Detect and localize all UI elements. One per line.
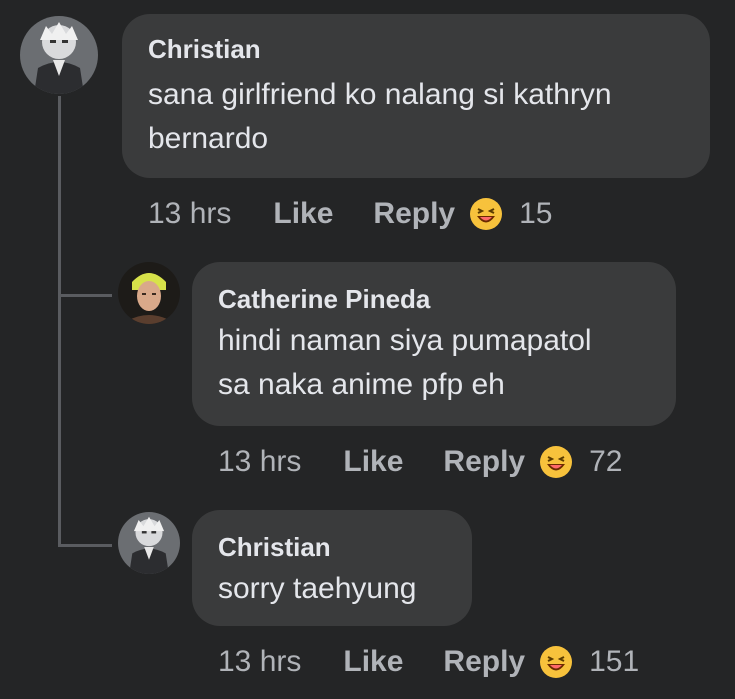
comment-bubble-3 <box>192 510 472 626</box>
profile-photo-icon <box>118 262 180 324</box>
avatar-christian[interactable] <box>118 512 180 574</box>
comment-actions: 13 hrs Like Reply 72 <box>218 442 623 482</box>
comment-text-line: sa naka anime pfp eh <box>218 368 505 401</box>
thread-line-vertical <box>58 96 61 546</box>
reply-button[interactable]: Reply <box>443 645 525 679</box>
comment-text-line: hindi naman siya pumapatol <box>218 324 592 357</box>
comment-timestamp[interactable]: 13 hrs <box>148 197 231 231</box>
anime-avatar-icon <box>118 512 180 574</box>
comment-author[interactable]: Christian <box>218 532 331 563</box>
reaction-count[interactable]: 151 <box>589 645 639 679</box>
avatar-catherine-pineda[interactable] <box>118 262 180 324</box>
like-button[interactable]: Like <box>343 645 403 679</box>
reaction-count[interactable]: 15 <box>519 197 552 231</box>
comment-text-line: bernardo <box>148 122 269 155</box>
reply-button[interactable]: Reply <box>443 445 525 479</box>
anime-avatar-icon <box>20 16 98 94</box>
comment-timestamp[interactable]: 13 hrs <box>218 445 301 479</box>
reply-button[interactable]: Reply <box>373 197 455 231</box>
comment-text-line: sana girlfriend ko nalang si kathryn <box>148 78 612 111</box>
thread-line-branch-2 <box>58 544 112 547</box>
thread-line-branch-1 <box>58 294 112 297</box>
like-button[interactable]: Like <box>343 445 403 479</box>
laughing-emoji-icon[interactable] <box>539 445 573 479</box>
comment-timestamp[interactable]: 13 hrs <box>218 645 301 679</box>
avatar-christian[interactable] <box>20 16 98 94</box>
comment-actions: 13 hrs Like Reply 151 <box>218 642 639 682</box>
comment-author[interactable]: Christian <box>148 34 261 65</box>
reaction-count[interactable]: 72 <box>589 445 622 479</box>
comment-author[interactable]: Catherine Pineda <box>218 284 430 315</box>
comment-actions: 13 hrs Like Reply 15 <box>148 194 553 234</box>
laughing-emoji-icon[interactable] <box>469 197 503 231</box>
laughing-emoji-icon[interactable] <box>539 645 573 679</box>
like-button[interactable]: Like <box>273 197 333 231</box>
comment-text-line: sorry taehyung <box>218 572 417 605</box>
